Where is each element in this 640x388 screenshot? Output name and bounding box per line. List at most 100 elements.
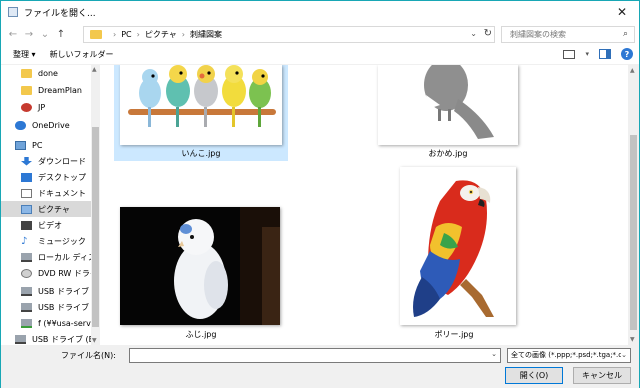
file-name: おかめ.jpg bbox=[428, 149, 468, 158]
forward-arrow-icon: → bbox=[24, 28, 34, 40]
scrollbar-thumb[interactable] bbox=[630, 135, 637, 330]
cloud-icon bbox=[15, 120, 26, 130]
scroll-up-icon[interactable]: ▲ bbox=[92, 66, 97, 73]
video-icon bbox=[21, 220, 32, 230]
jp-icon bbox=[21, 102, 32, 112]
folder-icon bbox=[90, 30, 102, 39]
sidebar-item-label: USB ドライブ (E:) bbox=[38, 286, 93, 296]
macaw-parrot-image bbox=[400, 167, 516, 325]
sidebar-item-desktop[interactable]: デスクトップ bbox=[1, 169, 93, 185]
address-dropdown-icon[interactable]: ⌄ bbox=[470, 29, 477, 38]
filename-field[interactable]: ⌄ bbox=[129, 348, 501, 363]
organize-menu-button[interactable]: 整理 ▾ bbox=[13, 49, 36, 60]
sidebar-item-dreamplan[interactable]: DreamPlan bbox=[1, 82, 93, 98]
close-icon: ✕ bbox=[616, 5, 628, 19]
sidebar-item-network-f[interactable]: f (¥¥usa-server-1 bbox=[1, 315, 93, 331]
sidebar-item-local-disk[interactable]: ローカル ディスク (C bbox=[1, 249, 93, 265]
sidebar-item-music[interactable]: ♪ ミュージック bbox=[1, 233, 93, 249]
folder-icon bbox=[21, 85, 32, 95]
sidebar-item-label: USB ドライブ (F:) bbox=[38, 302, 93, 312]
sidebar-item-done[interactable]: done bbox=[1, 65, 93, 81]
document-icon bbox=[21, 188, 32, 198]
command-bar: 整理 ▾ 新しいフォルダー ▾ ? bbox=[1, 45, 639, 65]
cockatiel-image bbox=[378, 65, 518, 145]
breadcrumb-pictures[interactable]: ピクチャ bbox=[145, 29, 177, 40]
search-box[interactable]: 刺繍図案の検索 ⌕ bbox=[501, 26, 635, 43]
sidebar-item-label: ミュージック bbox=[38, 236, 86, 246]
sidebar-item-documents[interactable]: ドキュメント bbox=[1, 185, 93, 201]
view-dropdown-icon[interactable]: ▾ bbox=[585, 50, 589, 58]
dvd-icon bbox=[21, 268, 32, 278]
thumbnail-image bbox=[120, 65, 282, 145]
search-input[interactable]: 刺繍図案の検索 bbox=[510, 29, 566, 40]
sidebar-item-videos[interactable]: ビデオ bbox=[1, 217, 93, 233]
folder-icon bbox=[21, 68, 32, 78]
open-button[interactable]: 開く(O) bbox=[505, 367, 563, 384]
filename-label: ファイル名(N): bbox=[61, 351, 116, 360]
network-drive-icon bbox=[21, 318, 32, 328]
usb-icon bbox=[15, 334, 26, 344]
sidebar-item-usb-f[interactable]: USB ドライブ (F:) bbox=[1, 299, 93, 315]
usb-icon bbox=[21, 286, 32, 296]
chevron-down-icon[interactable]: ⌄ bbox=[491, 350, 497, 358]
title-bar: ファイルを開く... ✕ bbox=[1, 1, 639, 23]
scroll-down-icon[interactable]: ▼ bbox=[92, 337, 97, 344]
file-tile-polly[interactable]: ポリー.jpg bbox=[390, 163, 518, 343]
forward-button[interactable]: → bbox=[21, 26, 37, 42]
scroll-up-icon[interactable]: ▲ bbox=[630, 67, 635, 74]
breadcrumb-separator: › bbox=[136, 30, 140, 39]
file-name: ふじ.jpg bbox=[185, 330, 217, 339]
chevron-down-icon: ⌄ bbox=[40, 28, 50, 40]
scroll-down-icon[interactable]: ▼ bbox=[630, 336, 635, 343]
close-button[interactable]: ✕ bbox=[605, 1, 639, 23]
file-tile-fuji[interactable]: ふじ.jpg bbox=[114, 205, 288, 343]
desktop-icon bbox=[21, 172, 32, 182]
sidebar-item-dvd[interactable]: DVD RW ドライブ ( bbox=[1, 265, 93, 281]
preview-pane-icon[interactable] bbox=[599, 49, 611, 59]
cancel-button[interactable]: キャンセル bbox=[573, 367, 631, 384]
sidebar-item-onedrive[interactable]: OneDrive bbox=[1, 117, 93, 133]
file-open-dialog: ファイルを開く... ✕ ← → ⌄ ↑ › PC › ピクチャ › 刺繍図案 … bbox=[0, 0, 640, 388]
breadcrumb-embroidery[interactable]: 刺繍図案 bbox=[190, 29, 222, 40]
file-tile-inko[interactable]: いんこ.jpg bbox=[114, 65, 288, 161]
sidebar-item-label: PC bbox=[32, 140, 43, 150]
view-options-icon[interactable] bbox=[563, 49, 576, 59]
up-button[interactable]: ↑ bbox=[53, 26, 69, 42]
navigation-pane: done DreamPlan JP OneDrive PC ダウンロード デスク… bbox=[1, 65, 99, 345]
sidebar-item-usb-e-root[interactable]: USB ドライブ (E:) bbox=[1, 331, 93, 345]
file-type-filter[interactable]: 全ての画像 (*.ppp;*.psd;*.tga;*.c ⌄ bbox=[507, 348, 631, 363]
drive-icon bbox=[21, 252, 32, 262]
breadcrumb-pc[interactable]: PC bbox=[121, 30, 131, 39]
search-icon[interactable]: ⌕ bbox=[623, 29, 628, 39]
navigation-pane-scrollbar[interactable]: ▲ ▼ bbox=[91, 65, 100, 345]
back-button[interactable]: ← bbox=[5, 26, 21, 42]
app-icon bbox=[8, 7, 18, 17]
window-title: ファイルを開く... bbox=[24, 8, 96, 19]
sidebar-item-pictures[interactable]: ピクチャ bbox=[1, 201, 93, 217]
breadcrumb-separator: › bbox=[181, 30, 185, 39]
sidebar-item-pc[interactable]: PC bbox=[1, 137, 93, 153]
refresh-icon[interactable]: ↻ bbox=[484, 28, 492, 39]
up-arrow-icon: ↑ bbox=[56, 28, 66, 40]
download-icon bbox=[21, 156, 32, 166]
file-tile-okame[interactable]: おかめ.jpg bbox=[370, 65, 526, 161]
sidebar-item-label: ビデオ bbox=[38, 220, 62, 230]
recent-locations-button[interactable]: ⌄ bbox=[37, 26, 53, 42]
sidebar-item-label: f (¥¥usa-server-1 bbox=[38, 318, 93, 328]
sidebar-item-label: OneDrive bbox=[32, 120, 70, 130]
thumbnail-image bbox=[120, 207, 280, 325]
music-icon: ♪ bbox=[21, 235, 28, 247]
chevron-down-icon[interactable]: ⌄ bbox=[621, 349, 627, 362]
file-list-scrollbar[interactable]: ▲ ▼ bbox=[628, 65, 639, 345]
scrollbar-thumb[interactable] bbox=[92, 127, 99, 327]
file-type-value: 全ての画像 (*.ppp;*.psd;*.tga;*.c bbox=[511, 351, 623, 359]
sidebar-item-downloads[interactable]: ダウンロード bbox=[1, 153, 93, 169]
help-icon[interactable]: ? bbox=[621, 48, 633, 60]
sidebar-item-usb-e[interactable]: USB ドライブ (E:) bbox=[1, 283, 93, 299]
sidebar-item-label: デスクトップ bbox=[38, 172, 86, 182]
white-budgie-image bbox=[120, 207, 280, 325]
sidebar-item-label: ドキュメント bbox=[38, 188, 86, 198]
address-bar[interactable]: › PC › ピクチャ › 刺繍図案 ⌄ ↻ bbox=[83, 26, 495, 43]
sidebar-item-jp[interactable]: JP bbox=[1, 99, 93, 115]
new-folder-button[interactable]: 新しいフォルダー bbox=[50, 49, 114, 60]
